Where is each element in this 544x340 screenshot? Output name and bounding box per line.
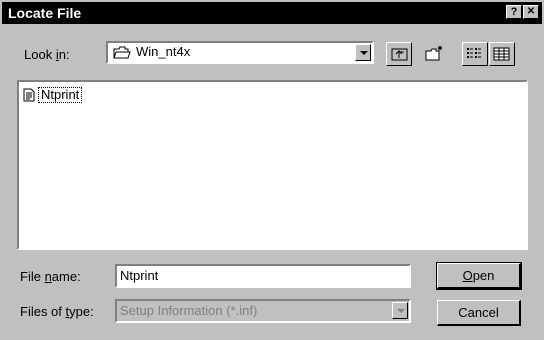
list-view-icon: [467, 48, 481, 58]
up-folder-icon: [391, 48, 408, 61]
folder-icon: [113, 46, 131, 59]
close-button[interactable]: ✕: [523, 5, 539, 19]
look-in-label: Look in:: [24, 47, 70, 62]
file-type-combo[interactable]: Setup Information (*.inf): [115, 299, 411, 323]
file-name-label: File name:: [20, 269, 81, 284]
look-in-value: Win_nt4x: [136, 44, 191, 59]
look-in-combo[interactable]: Win_nt4x: [106, 41, 374, 64]
details-view-icon: [493, 47, 510, 61]
file-type-label: Files of type:: [20, 304, 94, 319]
up-one-level-button[interactable]: [386, 42, 412, 66]
file-name-input[interactable]: Ntprint: [115, 264, 411, 288]
new-folder-icon: [425, 46, 442, 61]
cancel-button[interactable]: Cancel: [437, 300, 521, 326]
dialog-title: Locate File: [8, 5, 82, 21]
open-button[interactable]: Open: [436, 262, 522, 290]
file-type-dropdown-arrow[interactable]: [392, 302, 408, 319]
setup-info-file-icon: [23, 88, 35, 102]
file-list-item[interactable]: Ntprint: [23, 86, 83, 104]
create-new-folder-button[interactable]: [421, 42, 447, 66]
list-view-button[interactable]: [462, 42, 488, 66]
look-in-dropdown-arrow[interactable]: [355, 44, 371, 61]
title-bar[interactable]: Locate File ? ✕: [2, 2, 542, 24]
help-button[interactable]: ?: [506, 5, 522, 19]
locate-file-dialog: Locate File ? ✕ Look in: Win_nt4x Ntprin…: [0, 0, 544, 340]
file-type-value: Setup Information (*.inf): [120, 303, 258, 318]
details-view-button[interactable]: [489, 42, 515, 66]
file-name-label: Ntprint: [38, 87, 83, 103]
file-list[interactable]: Ntprint: [17, 80, 528, 250]
